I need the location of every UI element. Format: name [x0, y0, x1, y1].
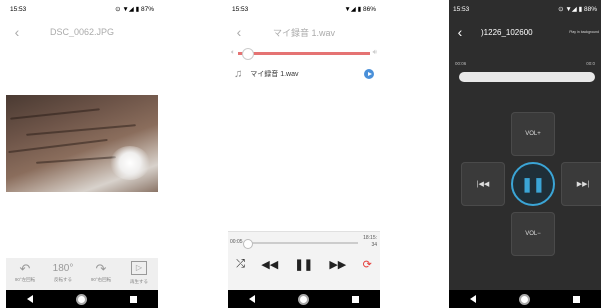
nav-recent-icon[interactable]	[129, 295, 137, 303]
flip-180-icon: 180°	[52, 263, 74, 274]
track-play-icon[interactable]	[364, 69, 374, 79]
back-arrow-icon[interactable]: ‹	[228, 24, 250, 40]
nav-recent-icon[interactable]	[351, 295, 359, 303]
pause-icon: ❚❚	[521, 175, 545, 192]
next-button[interactable]: ▶▶|	[561, 162, 601, 206]
total-time-line1: 18:15:	[363, 235, 377, 241]
pause-button[interactable]: ❚❚	[511, 162, 555, 206]
status-time: 15:53	[232, 5, 249, 13]
rotate-right-icon: ↷	[95, 261, 107, 276]
nav-bar	[6, 290, 158, 308]
volume-high-icon: 🔊︎	[372, 49, 377, 56]
volume-slider[interactable]	[238, 47, 370, 60]
remote-control-screen: 15:53 ⊙ ▼◢ ▮ 88% ‹ )1226_102600 Play in …	[449, 0, 601, 308]
fast-forward-icon[interactable]: ▶▶	[329, 258, 346, 271]
nav-back-icon[interactable]	[27, 295, 34, 303]
flip-button[interactable]: 180° 反転する	[46, 261, 80, 283]
seek-thumb[interactable]	[243, 239, 253, 249]
nav-recent-icon[interactable]	[572, 295, 580, 303]
previous-button[interactable]: |◀◀	[461, 162, 505, 206]
status-bar: 15:53 ▼◢ ▮ 86%	[228, 0, 380, 18]
seek-bar[interactable]	[243, 239, 358, 249]
volume-thumb[interactable]	[242, 47, 255, 60]
rotate-left-button[interactable]: ↶ 90°左回転	[8, 261, 42, 283]
play-label: 再生する	[130, 279, 148, 284]
image-tools-bar: ↶ 90°左回転 180° 反転する ↷ 90°右回転 ▷ 再生する	[6, 258, 158, 290]
status-icons: ⊙ ▼◢ ▮ 88%	[558, 6, 597, 13]
back-arrow-icon[interactable]: ‹	[6, 24, 28, 40]
file-title: マイ録音 1.wav	[272, 27, 335, 38]
total-time: 00:0	[586, 61, 595, 66]
volume-row: 🔈︎ 🔊︎	[228, 46, 380, 60]
play-icon: ▷	[131, 261, 147, 275]
nav-bar	[449, 290, 601, 308]
elapsed-time: 00:05	[230, 239, 243, 245]
rotate-left-label: 90°左回転	[14, 277, 36, 282]
transport-controls: ⤮ ◀◀ ❚❚ ▶▶ ⟳	[228, 258, 380, 271]
nav-back-icon[interactable]	[470, 295, 477, 303]
rotate-left-icon: ↶	[19, 261, 31, 276]
status-icons: ⊙ ▼◢ ▮ 87%	[115, 6, 154, 13]
rotate-right-button[interactable]: ↷ 90°右回転	[84, 261, 118, 283]
pause-icon[interactable]: ❚❚	[295, 258, 313, 271]
nav-home-icon[interactable]	[518, 293, 530, 305]
elapsed-time: 00:06	[455, 61, 467, 66]
status-time: 15:53	[453, 5, 470, 13]
nav-home-icon[interactable]	[297, 293, 309, 305]
rotate-right-label: 90°右回転	[90, 277, 112, 282]
file-title: DSC_0062.JPG	[49, 27, 115, 37]
shuffle-icon[interactable]: ⤮	[236, 258, 245, 271]
volume-low-icon: 🔈︎	[231, 49, 236, 56]
rewind-icon[interactable]: ◀◀	[261, 258, 278, 271]
repeat-icon[interactable]: ⟳	[363, 258, 372, 271]
photo-viewer-screen: 15:53 ⊙ ▼◢ ▮ 87% ‹ DSC_0062.JPG ↶ 90°左回転…	[6, 0, 158, 308]
track-name: マイ録音 1.wav	[250, 71, 299, 78]
file-title: )1226_102600	[481, 27, 533, 37]
track-list-item[interactable]: ♫ マイ録音 1.wav	[228, 64, 380, 84]
nav-home-icon[interactable]	[75, 293, 87, 305]
music-note-icon: ♫	[234, 68, 243, 80]
status-time: 15:53	[10, 5, 27, 13]
play-button[interactable]: ▷ 再生する	[122, 261, 156, 285]
audio-player-screen: 15:53 ▼◢ ▮ 86% ‹ マイ録音 1.wav 🔈︎ 🔊︎ ♫ マイ録音…	[228, 0, 380, 308]
vol-up-button[interactable]: VOL+	[511, 112, 555, 156]
toolbar: ‹ DSC_0062.JPG	[6, 18, 158, 46]
back-arrow-icon[interactable]: ‹	[449, 24, 471, 40]
total-time-line2: 34	[371, 242, 377, 248]
play-in-background-toggle[interactable]: Play in background	[569, 30, 599, 34]
nav-bar	[228, 290, 380, 308]
player-controls: 00:05 18:15: 34 ⤮ ◀◀ ❚❚ ▶▶ ⟳	[228, 231, 380, 290]
toolbar: ‹ )1226_102600 Play in background	[449, 18, 601, 46]
toolbar: ‹ マイ録音 1.wav	[228, 18, 380, 46]
status-icons: ▼◢ ▮ 86%	[344, 6, 376, 13]
vol-down-button[interactable]: VOL−	[511, 212, 555, 256]
nav-back-icon[interactable]	[249, 295, 256, 303]
status-bar: 15:53 ⊙ ▼◢ ▮ 87%	[6, 0, 158, 18]
status-bar: 15:53 ⊙ ▼◢ ▮ 88%	[449, 0, 601, 18]
seek-bar[interactable]	[459, 72, 595, 82]
flip-label: 反転する	[54, 277, 72, 282]
total-time: 18:15: 34	[363, 235, 377, 249]
photo-image	[6, 95, 158, 192]
light-glare	[110, 146, 150, 180]
